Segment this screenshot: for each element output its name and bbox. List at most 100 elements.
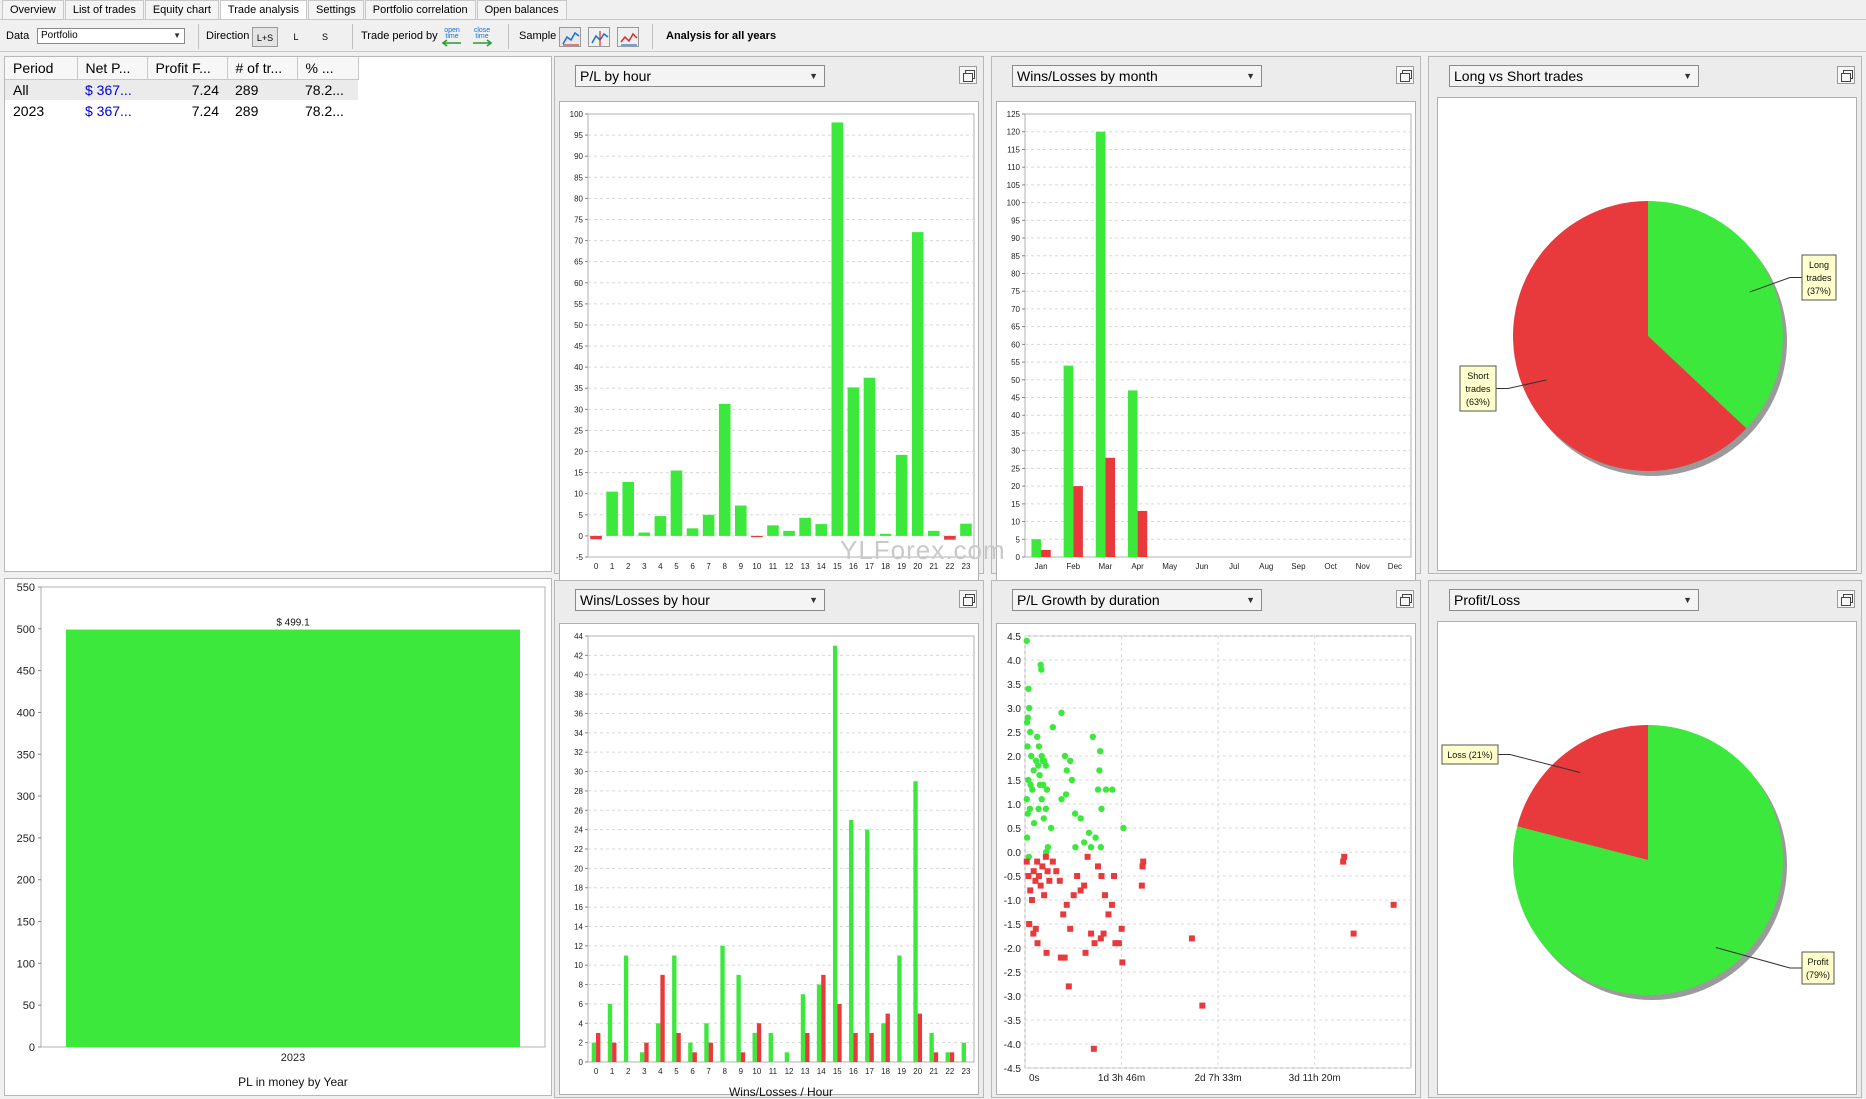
col-profit-factor[interactable]: Profit F... — [147, 57, 228, 80]
x-tick-label: 22 — [945, 1067, 954, 1076]
direction-short-button[interactable]: S — [315, 27, 335, 47]
y-tick-label: 85 — [1011, 252, 1020, 261]
loss-point — [1138, 882, 1145, 889]
loss-point — [1140, 858, 1147, 865]
col-period[interactable]: Period — [5, 57, 78, 80]
win-point — [1063, 767, 1070, 774]
popout-window-icon[interactable] — [959, 590, 977, 608]
tab-list-of-trades[interactable]: List of trades — [64, 0, 144, 19]
y-tick-label: 150 — [17, 917, 35, 929]
win-point — [1089, 733, 1097, 740]
x-tick-label: Sep — [1291, 562, 1306, 571]
bar — [933, 1052, 939, 1062]
tab-portfolio-correlation[interactable]: Portfolio correlation — [364, 0, 476, 19]
pl-growth-plot: -4.5 -4.0 -3.5 -3.0 -2.5 -2.0 -1.5 -1.0 -0.5 0.0 0… — [996, 623, 1416, 1095]
popout-window-icon[interactable] — [1837, 66, 1855, 84]
y-tick-label: 30 — [1011, 447, 1020, 456]
y-tick-label: 15 — [1011, 500, 1020, 509]
loss-point — [1341, 853, 1348, 860]
win-point — [1096, 767, 1103, 774]
col-net-profit[interactable]: Net P... — [77, 57, 148, 80]
loss-point — [1027, 887, 1034, 894]
pie-label: trades — [1806, 273, 1832, 283]
bar — [800, 994, 806, 1062]
win-point — [1096, 748, 1104, 755]
tab-open-balances[interactable]: Open balances — [476, 0, 567, 19]
popout-window-icon[interactable] — [1837, 590, 1855, 608]
cell-net-profit: $ 367... — [77, 79, 147, 100]
chart-line-icon — [620, 32, 638, 43]
win-point — [1102, 786, 1110, 793]
sample-out-button[interactable] — [617, 27, 639, 47]
bar — [720, 945, 725, 1062]
y-tick-label: 40 — [574, 363, 583, 372]
bar — [849, 819, 854, 1062]
win-point — [1097, 844, 1105, 851]
win-point — [1023, 637, 1030, 644]
y-tick-label: 30 — [574, 405, 583, 414]
data-label: Data — [6, 30, 30, 42]
loss-point — [1056, 877, 1063, 884]
bar — [591, 1042, 597, 1062]
col-num-trades[interactable]: # of tr... — [227, 57, 298, 80]
win-point — [1068, 776, 1076, 784]
x-tick-label: 2 — [626, 562, 631, 571]
loss-point — [1074, 873, 1081, 879]
long-short-select[interactable]: Long vs Short trades ▼ — [1449, 65, 1699, 87]
wl-by-hour-select[interactable]: Wins/Losses by hour ▼ — [575, 589, 825, 611]
y-tick-label: 25 — [574, 426, 583, 435]
x-tick-label: Nov — [1356, 562, 1370, 571]
sample-all-button[interactable] — [559, 27, 581, 47]
pl-growth-chart: -4.5 -4.0 -3.5 -3.0 -2.5 -2.0 -1.5 -1.0 -0.5 0.0 0… — [1004, 632, 1412, 1084]
table-row[interactable]: 2023 $ 367... 7.24 289 78.2... — [5, 100, 358, 121]
loss-point — [1088, 930, 1095, 937]
loss-point — [1034, 940, 1041, 947]
loss-point — [1098, 873, 1105, 879]
y-tick-label: 4.5 — [1007, 632, 1021, 643]
x-tick-label: 1 — [610, 562, 615, 571]
direction-ls-button[interactable]: L+S — [252, 27, 278, 47]
sample-in-button[interactable] — [588, 27, 610, 47]
direction-label: Direction — [206, 30, 250, 42]
direction-long-button[interactable]: L — [286, 27, 306, 47]
pl-by-hour-select[interactable]: P/L by hour ▼ — [575, 65, 825, 87]
y-tick-label: 65 — [574, 258, 583, 267]
col-percent[interactable]: % ... — [297, 57, 359, 80]
y-tick-label: -3.0 — [1004, 992, 1022, 1003]
chevron-down-icon: ▼ — [809, 595, 818, 605]
data-select[interactable]: Portfolio ▼ — [37, 28, 185, 44]
x-tick-label: 5 — [674, 1067, 679, 1076]
tab-trade-analysis[interactable]: Trade analysis — [219, 0, 308, 19]
loss-point — [1037, 882, 1044, 889]
tab-equity-chart[interactable]: Equity chart — [144, 0, 219, 19]
popout-window-icon[interactable] — [959, 66, 977, 84]
plot-frame — [1024, 113, 1412, 558]
y-tick-label: 8 — [579, 981, 584, 990]
wl-by-month-select-label: Wins/Losses by month — [1017, 68, 1158, 84]
bar — [612, 1042, 617, 1062]
table-header-row: Period Net P... Profit F... # of tr... %… — [5, 57, 359, 80]
close-time-button[interactable]: close time — [470, 25, 494, 47]
wl-by-month-panel: Wins/Losses by month ▼ 0 5 10 15 20 25 30 35 40 45… — [991, 56, 1421, 592]
table-row[interactable]: All $ 367... 7.24 289 78.2... — [5, 79, 358, 100]
open-time-button[interactable]: open time — [440, 25, 464, 47]
bar — [881, 1023, 886, 1062]
cell-period: All — [5, 79, 77, 100]
y-tick-label: 10 — [574, 490, 583, 499]
win-point — [1085, 829, 1093, 836]
y-tick-label: 35 — [574, 384, 583, 393]
bar — [961, 1042, 966, 1062]
popout-window-icon[interactable] — [1396, 590, 1414, 608]
popout-window-icon[interactable] — [1396, 66, 1414, 84]
bar — [831, 122, 844, 536]
win-point — [1077, 815, 1084, 822]
tab-overview[interactable]: Overview — [2, 0, 64, 19]
wl-by-month-select[interactable]: Wins/Losses by month ▼ — [1012, 65, 1262, 87]
y-tick-label: 32 — [574, 748, 583, 757]
y-tick-label: 10 — [574, 961, 583, 970]
loss-point — [1046, 877, 1053, 884]
tab-settings[interactable]: Settings — [308, 0, 364, 19]
pl-growth-select[interactable]: P/L Growth by duration ▼ — [1012, 589, 1262, 611]
win-point — [1038, 666, 1045, 673]
profit-loss-select[interactable]: Profit/Loss ▼ — [1449, 589, 1699, 611]
